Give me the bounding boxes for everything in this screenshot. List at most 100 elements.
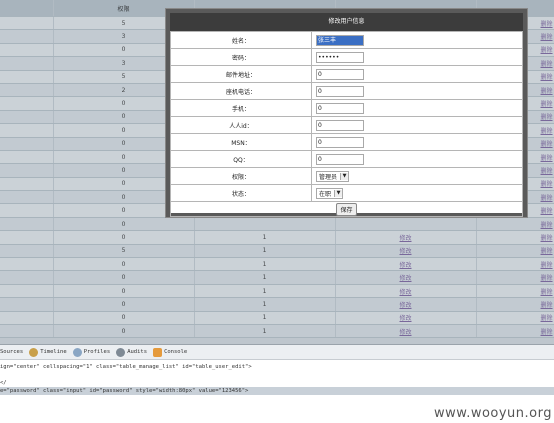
table-cell: 1	[194, 324, 336, 339]
field-input[interactable]: 0	[316, 153, 364, 165]
table-cell	[0, 150, 54, 165]
table-cell: 5	[53, 244, 195, 259]
save-row: 保存	[170, 201, 523, 217]
table-cell: 0	[53, 257, 195, 272]
field-input[interactable]: 0	[316, 136, 364, 148]
delete-link[interactable]: 删除	[476, 244, 554, 259]
delete-link[interactable]: 删除	[476, 270, 554, 285]
dialog-title: 修改用户信息	[170, 13, 523, 31]
delete-link[interactable]: 删除	[476, 311, 554, 325]
devtools-toolbar: Sources Timeline Profiles Audits Console	[0, 345, 554, 360]
field-input[interactable]: 0	[316, 119, 364, 131]
table-cell: 0	[53, 297, 195, 312]
table-row: 0 1 修改 删除	[0, 297, 554, 312]
tab-profiles[interactable]: Profiles	[72, 347, 111, 357]
tab-audits-label: Audits	[127, 349, 148, 355]
status-select[interactable]: 在职 ▼	[316, 187, 344, 199]
field-input[interactable]: 0	[316, 102, 364, 114]
edit-link[interactable]: 修改	[335, 270, 477, 285]
table-cell	[0, 284, 54, 299]
table-cell: 0	[53, 324, 195, 339]
chevron-down-icon: ▼	[334, 189, 343, 197]
table-cell	[0, 257, 54, 272]
tab-sources-label: Sources	[0, 349, 24, 355]
chevron-down-icon: ▼	[340, 172, 349, 180]
tab-timeline-label: Timeline	[40, 349, 67, 355]
field-input[interactable]: 张三丰	[316, 34, 364, 46]
delete-link[interactable]: 删除	[476, 257, 554, 272]
table-cell: 1	[194, 244, 336, 259]
table-cell	[0, 177, 54, 192]
status-row: 状态： 在职 ▼	[170, 184, 523, 202]
status-select-value: 在职	[319, 190, 332, 198]
delete-link[interactable]: 删除	[476, 230, 554, 245]
field-input[interactable]: 0	[316, 68, 364, 80]
table-cell	[0, 244, 54, 259]
form-row: 密码： ••••••	[170, 48, 523, 66]
delete-link[interactable]: 删除	[476, 217, 554, 232]
table-cell: 1	[194, 284, 336, 299]
table-cell	[0, 230, 54, 245]
form-row: 座机电话： 0	[170, 82, 523, 100]
table-row: 0 1 修改 删除	[0, 257, 554, 272]
field-label: 座机电话：	[170, 82, 312, 100]
watermark: www.wooyun.org	[433, 406, 552, 421]
table-row: 0 1 修改 删除	[0, 284, 554, 299]
profiles-icon	[72, 347, 82, 357]
audits-icon	[116, 347, 126, 357]
tab-sources[interactable]: Sources	[0, 349, 23, 355]
delete-link[interactable]: 删除	[476, 324, 554, 339]
field-label: 人人id：	[170, 116, 312, 134]
edit-user-dialog: 修改用户信息 姓名： 张三丰 密码： •••••• 邮件地址： 0 座机电话： 0 手机： 0 人人…	[166, 9, 527, 217]
field-input[interactable]: 0	[316, 85, 364, 97]
table-cell	[194, 217, 336, 232]
edit-link[interactable]: 修改	[335, 324, 477, 339]
edit-link[interactable]: 修改	[335, 311, 477, 325]
tab-audits[interactable]: Audits	[116, 347, 148, 357]
field-label: MSN：	[170, 133, 312, 151]
field-label: QQ：	[170, 150, 312, 168]
edit-link[interactable]: 修改	[335, 230, 477, 245]
tab-timeline[interactable]: Timeline	[29, 347, 67, 357]
table-cell	[0, 16, 54, 31]
role-select[interactable]: 管理员 ▼	[316, 170, 350, 182]
edit-link[interactable]: 修改	[335, 284, 477, 299]
role-label: 权限：	[170, 167, 312, 185]
table-cell	[0, 297, 54, 312]
field-label: 邮件地址：	[170, 65, 312, 83]
table-cell	[0, 56, 54, 71]
edit-link[interactable]: 修改	[335, 257, 477, 272]
form-row: 姓名： 张三丰	[170, 31, 523, 49]
field-input[interactable]: ••••••	[316, 51, 364, 63]
table-cell: 0	[53, 284, 195, 299]
tab-console[interactable]: Console	[153, 347, 187, 357]
table-cell: 1	[194, 297, 336, 312]
table-cell	[0, 123, 54, 138]
table-row: 5 1 修改 删除	[0, 244, 554, 259]
edit-link[interactable]: 修改	[335, 297, 477, 312]
edit-link[interactable]: 修改	[335, 244, 477, 259]
table-cell: 0	[53, 270, 195, 285]
table-cell	[0, 137, 54, 151]
delete-link[interactable]: 删除	[476, 297, 554, 312]
table-cell	[0, 70, 54, 84]
table-cell	[0, 190, 54, 205]
code-line-table[interactable]: ign="center" cellspacing="1" class="tabl…	[0, 364, 252, 370]
tab-profiles-label: Profiles	[83, 349, 111, 355]
table-cell	[0, 96, 54, 111]
form-row: 手机： 0	[170, 99, 523, 117]
edit-link[interactable]	[335, 217, 477, 232]
save-button[interactable]: 保存	[336, 202, 357, 216]
table-cell: 0	[53, 217, 195, 232]
table-cell: 0	[53, 230, 195, 245]
status-label: 状态：	[170, 184, 312, 202]
code-line-password-input[interactable]: e="password" class="input" id="password"…	[0, 388, 248, 394]
field-label: 姓名：	[170, 31, 312, 49]
role-row: 权限： 管理员 ▼	[170, 167, 523, 185]
delete-link[interactable]: 删除	[476, 284, 554, 299]
form-row: MSN： 0	[170, 133, 523, 151]
table-cell: 0	[53, 311, 195, 325]
table-cell	[0, 203, 54, 218]
code-line-close[interactable]: </	[0, 380, 7, 386]
field-label: 密码：	[170, 48, 312, 66]
